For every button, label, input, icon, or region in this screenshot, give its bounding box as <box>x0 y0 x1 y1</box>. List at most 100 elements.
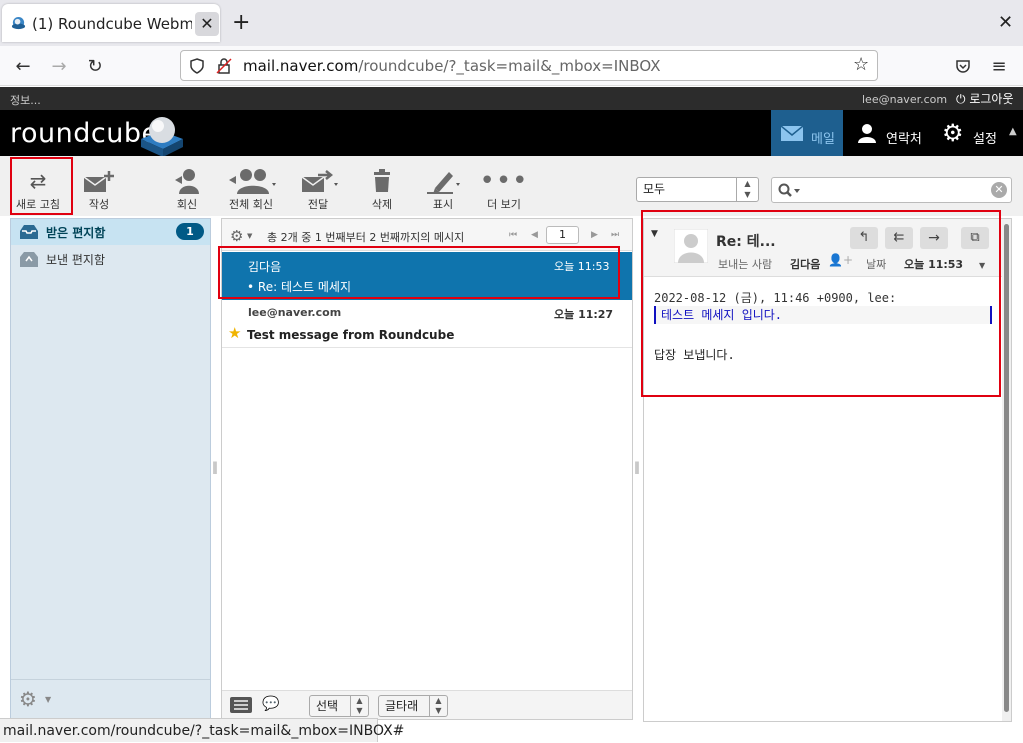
logout-label: 로그아웃 <box>969 92 1014 106</box>
preview-scrollbar[interactable] <box>1002 219 1011 721</box>
compose-envelope-icon <box>71 166 127 196</box>
logout-button[interactable]: ⏻ 로그아웃 <box>956 90 1014 107</box>
highlight-preview-box <box>641 210 1001 397</box>
select-menu-label: 선택 <box>316 699 339 713</box>
splitter-right-handle[interactable]: ‖ <box>634 460 640 474</box>
folder-inbox[interactable]: 받은 편지함 1 <box>11 219 210 245</box>
task-settings-label: 설정 <box>973 132 997 147</box>
select-arrows-icon: ▲ ▼ <box>736 178 758 201</box>
more-dots-icon: ••• <box>479 166 529 196</box>
delete-button[interactable]: 삭제 <box>354 166 410 212</box>
roundcube-logo-cube-icon <box>141 117 183 157</box>
select-menu[interactable]: 선택 ▲ ▼ <box>309 695 369 717</box>
back-arrow-icon[interactable]: ← <box>10 54 36 80</box>
header-scroll-up-icon[interactable]: ▲ <box>1009 126 1017 137</box>
message-date: 오늘 11:27 <box>554 308 614 321</box>
search-reset-icon[interactable]: ✕ <box>991 182 1007 198</box>
mark-label: 표시 <box>432 198 454 211</box>
browser-nav-bar: ← → ↻ mail.naver.com/roundcube/?_task=ma… <box>0 46 1023 86</box>
roundcube-favicon-icon <box>11 16 26 30</box>
folder-settings-dropdown-icon[interactable]: ▼ <box>45 695 51 704</box>
new-tab-button[interactable]: + <box>232 12 250 34</box>
splitter-left-handle[interactable]: ‖ <box>212 460 218 474</box>
task-mail-label: 메일 <box>811 132 835 147</box>
task-contacts[interactable]: 연락처 <box>850 110 930 156</box>
pocket-icon[interactable] <box>955 59 971 74</box>
url-domain: mail.naver.com <box>243 57 359 75</box>
address-bar[interactable]: mail.naver.com/roundcube/?_task=mail&_mb… <box>180 50 878 81</box>
browser-tab-bar: (1) Roundcube Webmail ✕ + ✕ <box>0 0 1023 46</box>
contacts-person-icon <box>858 124 876 143</box>
search-icon[interactable] <box>778 183 802 198</box>
sent-recycle-icon <box>20 252 38 267</box>
power-icon: ⏻ <box>956 92 966 106</box>
select-arrows-icon: ▲ ▼ <box>350 696 368 716</box>
reply-button[interactable]: 회신 <box>159 166 215 212</box>
reload-icon[interactable]: ↻ <box>82 54 108 80</box>
page-number-input[interactable]: 1 <box>546 226 579 244</box>
forward-envelope-icon <box>290 166 346 196</box>
threads-menu-label: 글타래 <box>385 699 419 713</box>
prev-page-icon[interactable]: ◀ <box>531 230 538 240</box>
inbox-tray-icon <box>20 225 38 239</box>
threads-view-icon[interactable]: 💬 <box>262 696 279 712</box>
list-options-gear-icon[interactable]: ⚙ <box>230 227 243 245</box>
search-filter-select[interactable]: 모두 ▲ ▼ <box>636 177 759 202</box>
mark-button[interactable]: 표시 <box>415 166 471 212</box>
reply-all-people-icon <box>217 166 285 196</box>
forward-button[interactable]: 전달 <box>290 166 346 212</box>
insecure-lock-icon[interactable] <box>216 58 232 74</box>
more-label: 더 보기 <box>487 198 521 211</box>
task-mail[interactable]: 메일 <box>771 110 843 156</box>
forward-arrow-icon[interactable]: → <box>46 54 72 80</box>
folder-sent[interactable]: 보낸 편지함 <box>11 246 210 272</box>
list-view-icon[interactable] <box>230 697 252 713</box>
compose-button[interactable]: 작성 <box>71 166 127 212</box>
folder-list: 받은 편지함 1 보낸 편지함 ⚙ ▼ <box>10 218 211 720</box>
folder-inbox-label: 받은 편지함 <box>46 226 106 240</box>
message-from: lee@naver.com <box>248 306 342 319</box>
folder-footer: ⚙ ▼ <box>11 679 210 719</box>
tab-title: (1) Roundcube Webmail <box>32 15 192 33</box>
mark-pen-icon <box>415 166 471 196</box>
url-path: /roundcube/?_task=mail&_mbox=INBOX <box>358 57 661 75</box>
shield-icon[interactable] <box>189 58 205 74</box>
highlight-refresh-box <box>10 157 73 215</box>
folder-settings-gear-icon[interactable]: ⚙ <box>19 687 37 711</box>
compose-label: 작성 <box>88 198 110 211</box>
folder-sent-label: 보낸 편지함 <box>46 253 106 267</box>
window-close-button[interactable]: ✕ <box>998 12 1013 33</box>
mail-envelope-icon <box>781 126 803 141</box>
first-page-icon[interactable]: ⏮ <box>509 230 517 240</box>
hamburger-menu-icon[interactable]: ≡ <box>986 54 1012 80</box>
reply-label: 회신 <box>176 198 198 211</box>
threads-menu[interactable]: 글타래 ▲ ▼ <box>378 695 448 717</box>
message-subject: Test message from Roundcube <box>247 328 455 342</box>
last-page-icon[interactable]: ⏭ <box>611 230 619 240</box>
trash-icon <box>354 166 410 196</box>
preview-scrollbar-thumb[interactable] <box>1004 224 1009 712</box>
search-box[interactable]: ✕ <box>771 177 1012 203</box>
reply-all-button[interactable]: 전체 회신 <box>217 166 285 212</box>
search-filter-value: 모두 <box>643 182 666 196</box>
reply-person-icon <box>159 166 215 196</box>
task-settings[interactable]: ⚙ 설정 <box>940 110 1010 156</box>
unread-count-badge: 1 <box>176 223 204 240</box>
message-count-text: 총 2개 중 1 번째부터 2 번째까지의 메시지 <box>267 231 465 244</box>
more-button[interactable]: ••• 더 보기 <box>476 166 532 212</box>
list-footer: 💬 선택 ▲ ▼ 글타래 ▲ ▼ <box>222 690 632 719</box>
flagged-star-icon[interactable]: ★ <box>228 324 241 342</box>
bookmark-star-icon[interactable]: ☆ <box>853 54 869 75</box>
link-status-bar: mail.naver.com/roundcube/?_task=mail&_mb… <box>0 718 404 742</box>
select-arrows-icon: ▲ ▼ <box>429 696 447 716</box>
list-options-dropdown-icon[interactable]: ▼ <box>247 232 252 240</box>
url-text: mail.naver.com/roundcube/?_task=mail&_mb… <box>243 57 661 75</box>
browser-tab[interactable]: (1) Roundcube Webmail ✕ <box>2 4 220 42</box>
app-header: roundcube 메일 연락처 ⚙ 설정 ▲ <box>0 110 1023 157</box>
tab-close-icon[interactable]: ✕ <box>195 12 219 36</box>
reply-all-label: 전체 회신 <box>229 198 273 211</box>
highlight-selected-message-box <box>218 246 620 299</box>
about-link[interactable]: 정보... <box>10 92 41 108</box>
message-row[interactable]: lee@naver.com 오늘 11:27 ★ Test message fr… <box>222 301 632 348</box>
next-page-icon[interactable]: ▶ <box>591 230 598 240</box>
